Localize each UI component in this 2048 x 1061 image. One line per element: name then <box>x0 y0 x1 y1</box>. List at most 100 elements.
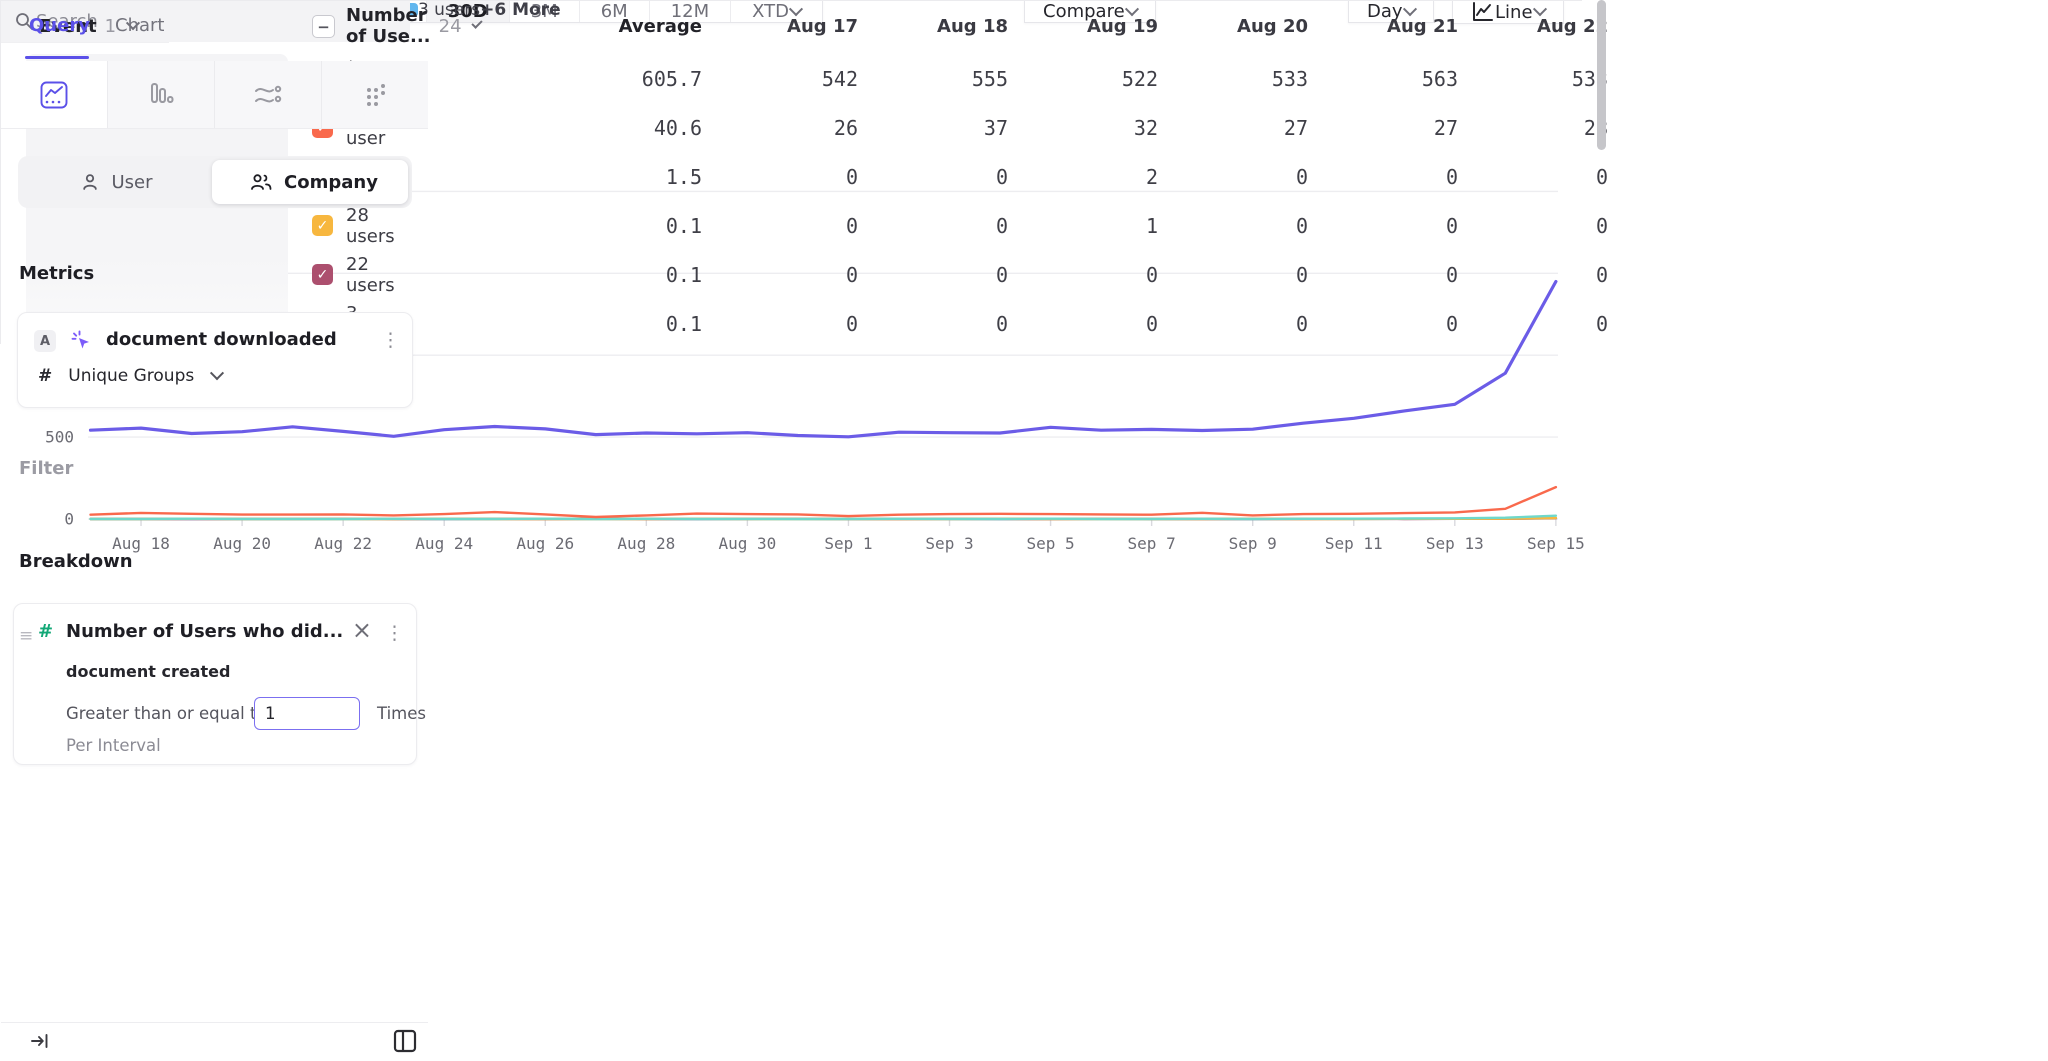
svg-text:Sep 13: Sep 13 <box>1426 534 1484 553</box>
condition-value-input[interactable] <box>254 697 360 730</box>
cell-value: 0 <box>1168 250 1308 299</box>
scatter-grid-icon <box>361 81 389 109</box>
cell-value: 0 <box>1168 152 1308 201</box>
svg-text:Sep 5: Sep 5 <box>1026 534 1074 553</box>
series-column-header[interactable]: Number of Use... 24 <box>346 0 480 52</box>
table-scrollbar[interactable] <box>1597 0 1606 150</box>
chart-type-flow-tab[interactable] <box>215 61 322 128</box>
split-view-icon[interactable] <box>390 1026 420 1056</box>
breakdown-title[interactable]: Number of Users who did... <box>66 621 356 642</box>
chart-type-scatter-tab[interactable] <box>322 61 428 128</box>
svg-text:Aug 20: Aug 20 <box>213 534 271 553</box>
drag-handle-icon[interactable]: ≡ <box>19 626 33 646</box>
cell-value: 0 <box>1468 152 1608 201</box>
cell-value: 0 <box>1318 201 1458 250</box>
metric-aggregation-dropdown[interactable]: # Unique Groups <box>38 366 222 386</box>
cell-value: 0 <box>868 299 1008 348</box>
svg-text:500: 500 <box>45 428 74 447</box>
average-value: 605.7 <box>520 54 702 103</box>
chevron-down-icon <box>210 366 224 380</box>
metric-badge: A <box>34 330 56 352</box>
average-value: 0.1 <box>520 201 702 250</box>
row-checkbox[interactable]: ✓ <box>312 215 333 236</box>
cell-value: 0 <box>1318 152 1458 201</box>
metric-name[interactable]: document downloaded <box>106 329 337 350</box>
breakdown-kebab-menu[interactable]: ⋮ <box>385 622 404 644</box>
breakdown-heading: Breakdown <box>19 551 133 572</box>
series-label: 22 users <box>346 250 395 299</box>
chart-type-bar-tab[interactable] <box>108 61 215 128</box>
svg-text:Aug 24: Aug 24 <box>415 534 473 553</box>
condition-unit-label: Times <box>377 704 426 723</box>
cell-value: 0 <box>868 250 1008 299</box>
cell-value: 0 <box>718 250 858 299</box>
cell-value: 0 <box>1468 250 1608 299</box>
chart-type-line-tab[interactable] <box>1 61 108 128</box>
series-label: 28 users <box>346 201 395 250</box>
cell-value: 0 <box>1168 201 1308 250</box>
select-all-checkbox[interactable]: − <box>312 15 335 38</box>
collapse-panel-icon[interactable] <box>29 1030 51 1052</box>
average-column-header: Average <box>520 0 702 52</box>
frozen-column-divider <box>0 0 1 344</box>
hash-icon: # <box>38 366 52 386</box>
average-value: 1.5 <box>520 152 702 201</box>
cell-value: 26 <box>718 103 858 152</box>
cell-value: 28 <box>1468 103 1608 152</box>
svg-text:Aug 22: Aug 22 <box>314 534 372 553</box>
cell-value: 0 <box>718 299 858 348</box>
aggregation-label: Unique Groups <box>68 366 194 386</box>
svg-text:Sep 3: Sep 3 <box>925 534 973 553</box>
cell-value: 542 <box>718 54 858 103</box>
tab-chart[interactable]: Chart <box>115 15 164 36</box>
metric-card: A document downloaded ⋮ # Unique Groups <box>17 312 413 408</box>
metrics-heading: Metrics <box>19 263 94 284</box>
metric-kebab-menu[interactable]: ⋮ <box>381 329 400 351</box>
svg-text:Aug 30: Aug 30 <box>718 534 776 553</box>
date-column-header: Aug 20 <box>1168 0 1308 52</box>
close-icon[interactable]: × <box>352 618 372 642</box>
flow-icon <box>253 82 283 108</box>
svg-text:Sep 9: Sep 9 <box>1229 534 1277 553</box>
series-line <box>91 487 1556 517</box>
svg-text:Aug 26: Aug 26 <box>516 534 574 553</box>
cell-value: 0 <box>1318 299 1458 348</box>
cell-value: 522 <box>1018 54 1158 103</box>
cell-value: 0 <box>1318 250 1458 299</box>
cell-value: 533 <box>1468 54 1608 103</box>
date-column-header: Aug 22 <box>1468 0 1608 52</box>
cell-value: 0 <box>868 201 1008 250</box>
row-checkbox[interactable]: ✓ <box>312 264 333 285</box>
cell-value: 0 <box>868 152 1008 201</box>
chevron-down-icon <box>471 18 482 29</box>
cell-value: 2 <box>1018 152 1158 201</box>
toggle-option-company[interactable]: Company <box>215 156 412 208</box>
cell-value: 27 <box>1318 103 1458 152</box>
average-value: 0.1 <box>520 250 702 299</box>
cell-value: 0 <box>1018 299 1158 348</box>
tab-query[interactable]: Query <box>29 15 90 36</box>
series-header-label: Number of Use... <box>346 5 431 47</box>
toggle-company-label: Company <box>284 172 378 193</box>
cell-value: 533 <box>1168 54 1308 103</box>
cell-value: 32 <box>1018 103 1158 152</box>
breakdown-condition-label: Greater than or equal to <box>66 704 267 723</box>
svg-text:Sep 15: Sep 15 <box>1527 534 1585 553</box>
panel-footer <box>1 1022 428 1061</box>
user-company-toggle: User Company <box>18 156 412 208</box>
date-column-header: Aug 18 <box>868 0 1008 52</box>
cell-value: 0 <box>1018 250 1158 299</box>
svg-text:Sep 11: Sep 11 <box>1325 534 1383 553</box>
date-column-header: Aug 17 <box>718 0 858 52</box>
cell-value: 0 <box>1168 299 1308 348</box>
number-property-icon: # <box>38 621 53 642</box>
cell-value: 563 <box>1318 54 1458 103</box>
user-icon <box>80 172 100 192</box>
toggle-option-user[interactable]: User <box>18 156 215 208</box>
cell-value: 0 <box>1468 201 1608 250</box>
svg-text:Aug 28: Aug 28 <box>617 534 675 553</box>
analytics-dashboard: { "toolbar": { "date_ranges": ["Custom",… <box>0 0 2048 1060</box>
breakdown-event-name[interactable]: document created <box>66 662 230 681</box>
date-column-header: Aug 19 <box>1018 0 1158 52</box>
company-icon <box>249 172 273 192</box>
